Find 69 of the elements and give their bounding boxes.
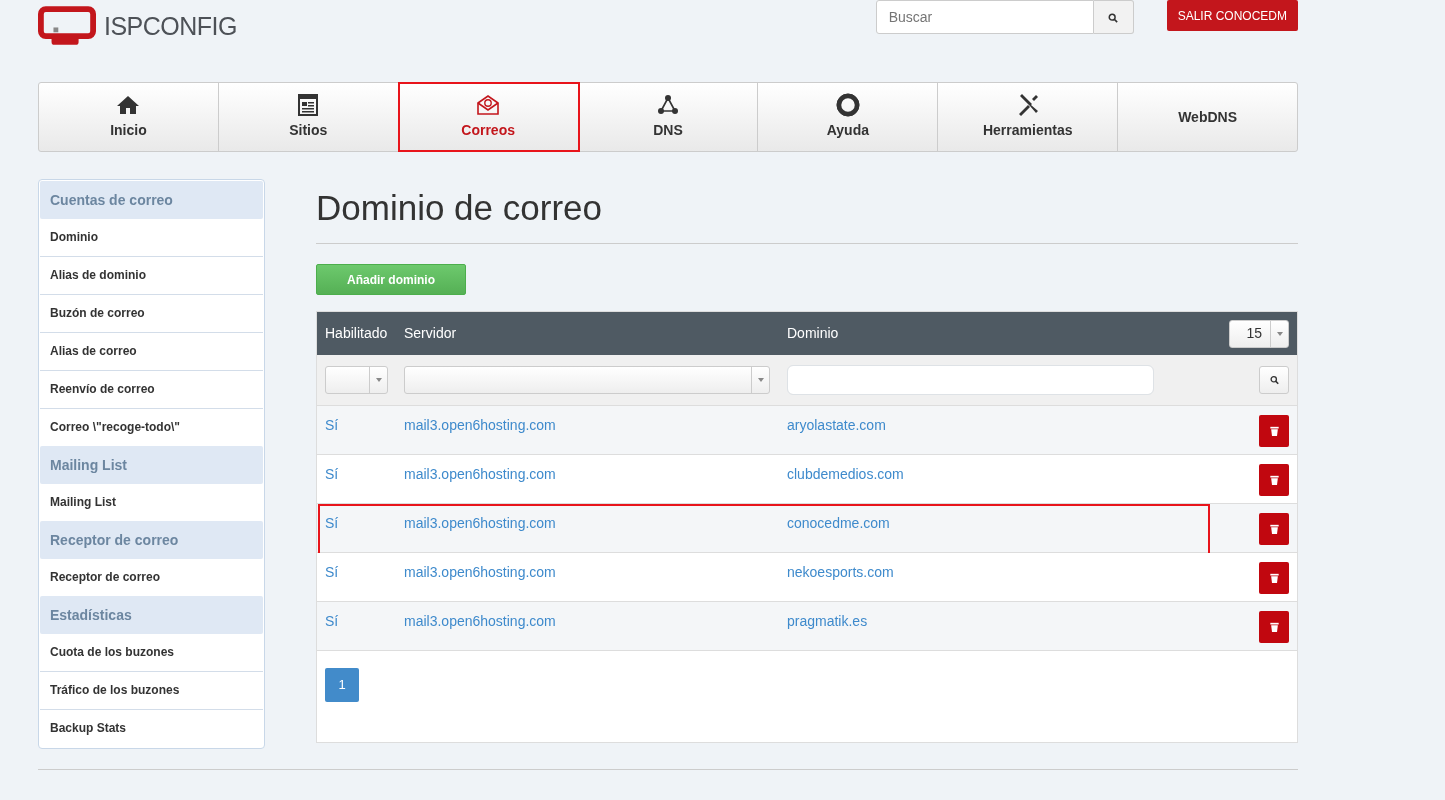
sidebar-item[interactable]: Backup Stats [40, 709, 263, 747]
search-icon [1108, 12, 1119, 23]
search-field[interactable]: Buscar [875, 0, 1094, 34]
server-link[interactable]: mail3.open6hosting.com [404, 613, 556, 629]
delete-button[interactable] [1259, 464, 1289, 496]
sidebar-item[interactable]: Reenvío de correo [40, 370, 263, 408]
network-icon [656, 93, 680, 117]
sidebar-item[interactable]: Alias de correo [40, 332, 263, 370]
search-button[interactable] [1093, 0, 1134, 34]
menu-tab[interactable]: DNS [578, 83, 759, 151]
sidebar-heading: Cuentas de correo [40, 181, 263, 219]
envelope-icon [476, 93, 501, 117]
domain-link[interactable]: nekoesports.com [787, 564, 894, 580]
domain-link[interactable]: clubdemedios.com [787, 466, 904, 482]
sidebar-heading: Mailing List [40, 446, 263, 484]
caret-icon [375, 378, 382, 382]
server-link[interactable]: mail3.open6hosting.com [404, 466, 556, 482]
delete-button[interactable] [1259, 415, 1289, 447]
menu-tab[interactable]: Sitios [218, 83, 399, 151]
status-link[interactable]: Sí [325, 515, 339, 531]
menu-tab[interactable]: Ayuda [758, 83, 939, 151]
menu-tab[interactable]: WebDNS [1118, 83, 1297, 151]
status-link[interactable]: Sí [325, 613, 339, 629]
logout-button[interactable]: SALIR CONOCEDM [1166, 0, 1298, 31]
domain-link[interactable]: pragmatik.es [787, 613, 868, 629]
sidebar-heading: Receptor de correo [40, 521, 263, 559]
column-header: Servidor [404, 324, 458, 343]
delete-button[interactable] [1259, 611, 1289, 643]
domain-link[interactable]: aryolastate.com [787, 417, 886, 433]
status-link[interactable]: Sí [325, 417, 339, 433]
delete-button[interactable] [1259, 562, 1289, 594]
trash-icon [1269, 475, 1279, 485]
sidebar-item[interactable]: Mailing List [40, 484, 263, 521]
trash-icon [1269, 622, 1279, 632]
menu-tab[interactable]: Correos [398, 83, 579, 151]
page-button[interactable]: 1 [325, 668, 359, 702]
sidebar-item[interactable]: Cuota de los buzones [40, 634, 263, 671]
server-link[interactable]: mail3.open6hosting.com [404, 417, 556, 433]
server-link[interactable]: mail3.open6hosting.com [404, 564, 556, 580]
caret-icon [757, 378, 764, 382]
trash-icon [1269, 426, 1279, 436]
logo-icon [38, 6, 96, 47]
page-size-select[interactable]: 15 [1229, 319, 1289, 348]
sidebar-item[interactable]: Buzón de correo [40, 294, 263, 332]
sidebar-heading: Estadísticas [40, 596, 263, 634]
menu-tab[interactable]: Herramientas [938, 83, 1119, 151]
search-icon [1269, 375, 1279, 385]
life-ring-icon [835, 93, 860, 117]
status-link[interactable]: Sí [325, 564, 339, 580]
domain-link[interactable]: conocedme.com [787, 515, 890, 531]
page-title: Dominio de correo [316, 187, 1298, 244]
filter-search-button[interactable] [1259, 366, 1289, 394]
house-icon [116, 93, 141, 117]
sidebar-item[interactable]: Alias de dominio [40, 256, 263, 294]
sidebar-item[interactable]: Dominio [40, 219, 263, 256]
menu-tab[interactable]: Inicio [39, 83, 219, 151]
status-link[interactable]: Sí [325, 466, 339, 482]
sidebar-item[interactable]: Receptor de correo [40, 559, 263, 596]
filter-field[interactable] [787, 365, 1154, 395]
logo-text: ISPCONFIG [104, 10, 237, 42]
caret-icon [1276, 331, 1283, 336]
column-header: Habilitado [325, 324, 389, 343]
server-link[interactable]: mail3.open6hosting.com [404, 515, 556, 531]
trash-icon [1269, 573, 1279, 583]
delete-button[interactable] [1259, 513, 1289, 545]
trash-icon [1269, 524, 1279, 534]
sidebar-item[interactable]: Tráfico de los buzones [40, 671, 263, 709]
column-header: Dominio [787, 324, 840, 343]
web-page-icon [296, 93, 321, 117]
